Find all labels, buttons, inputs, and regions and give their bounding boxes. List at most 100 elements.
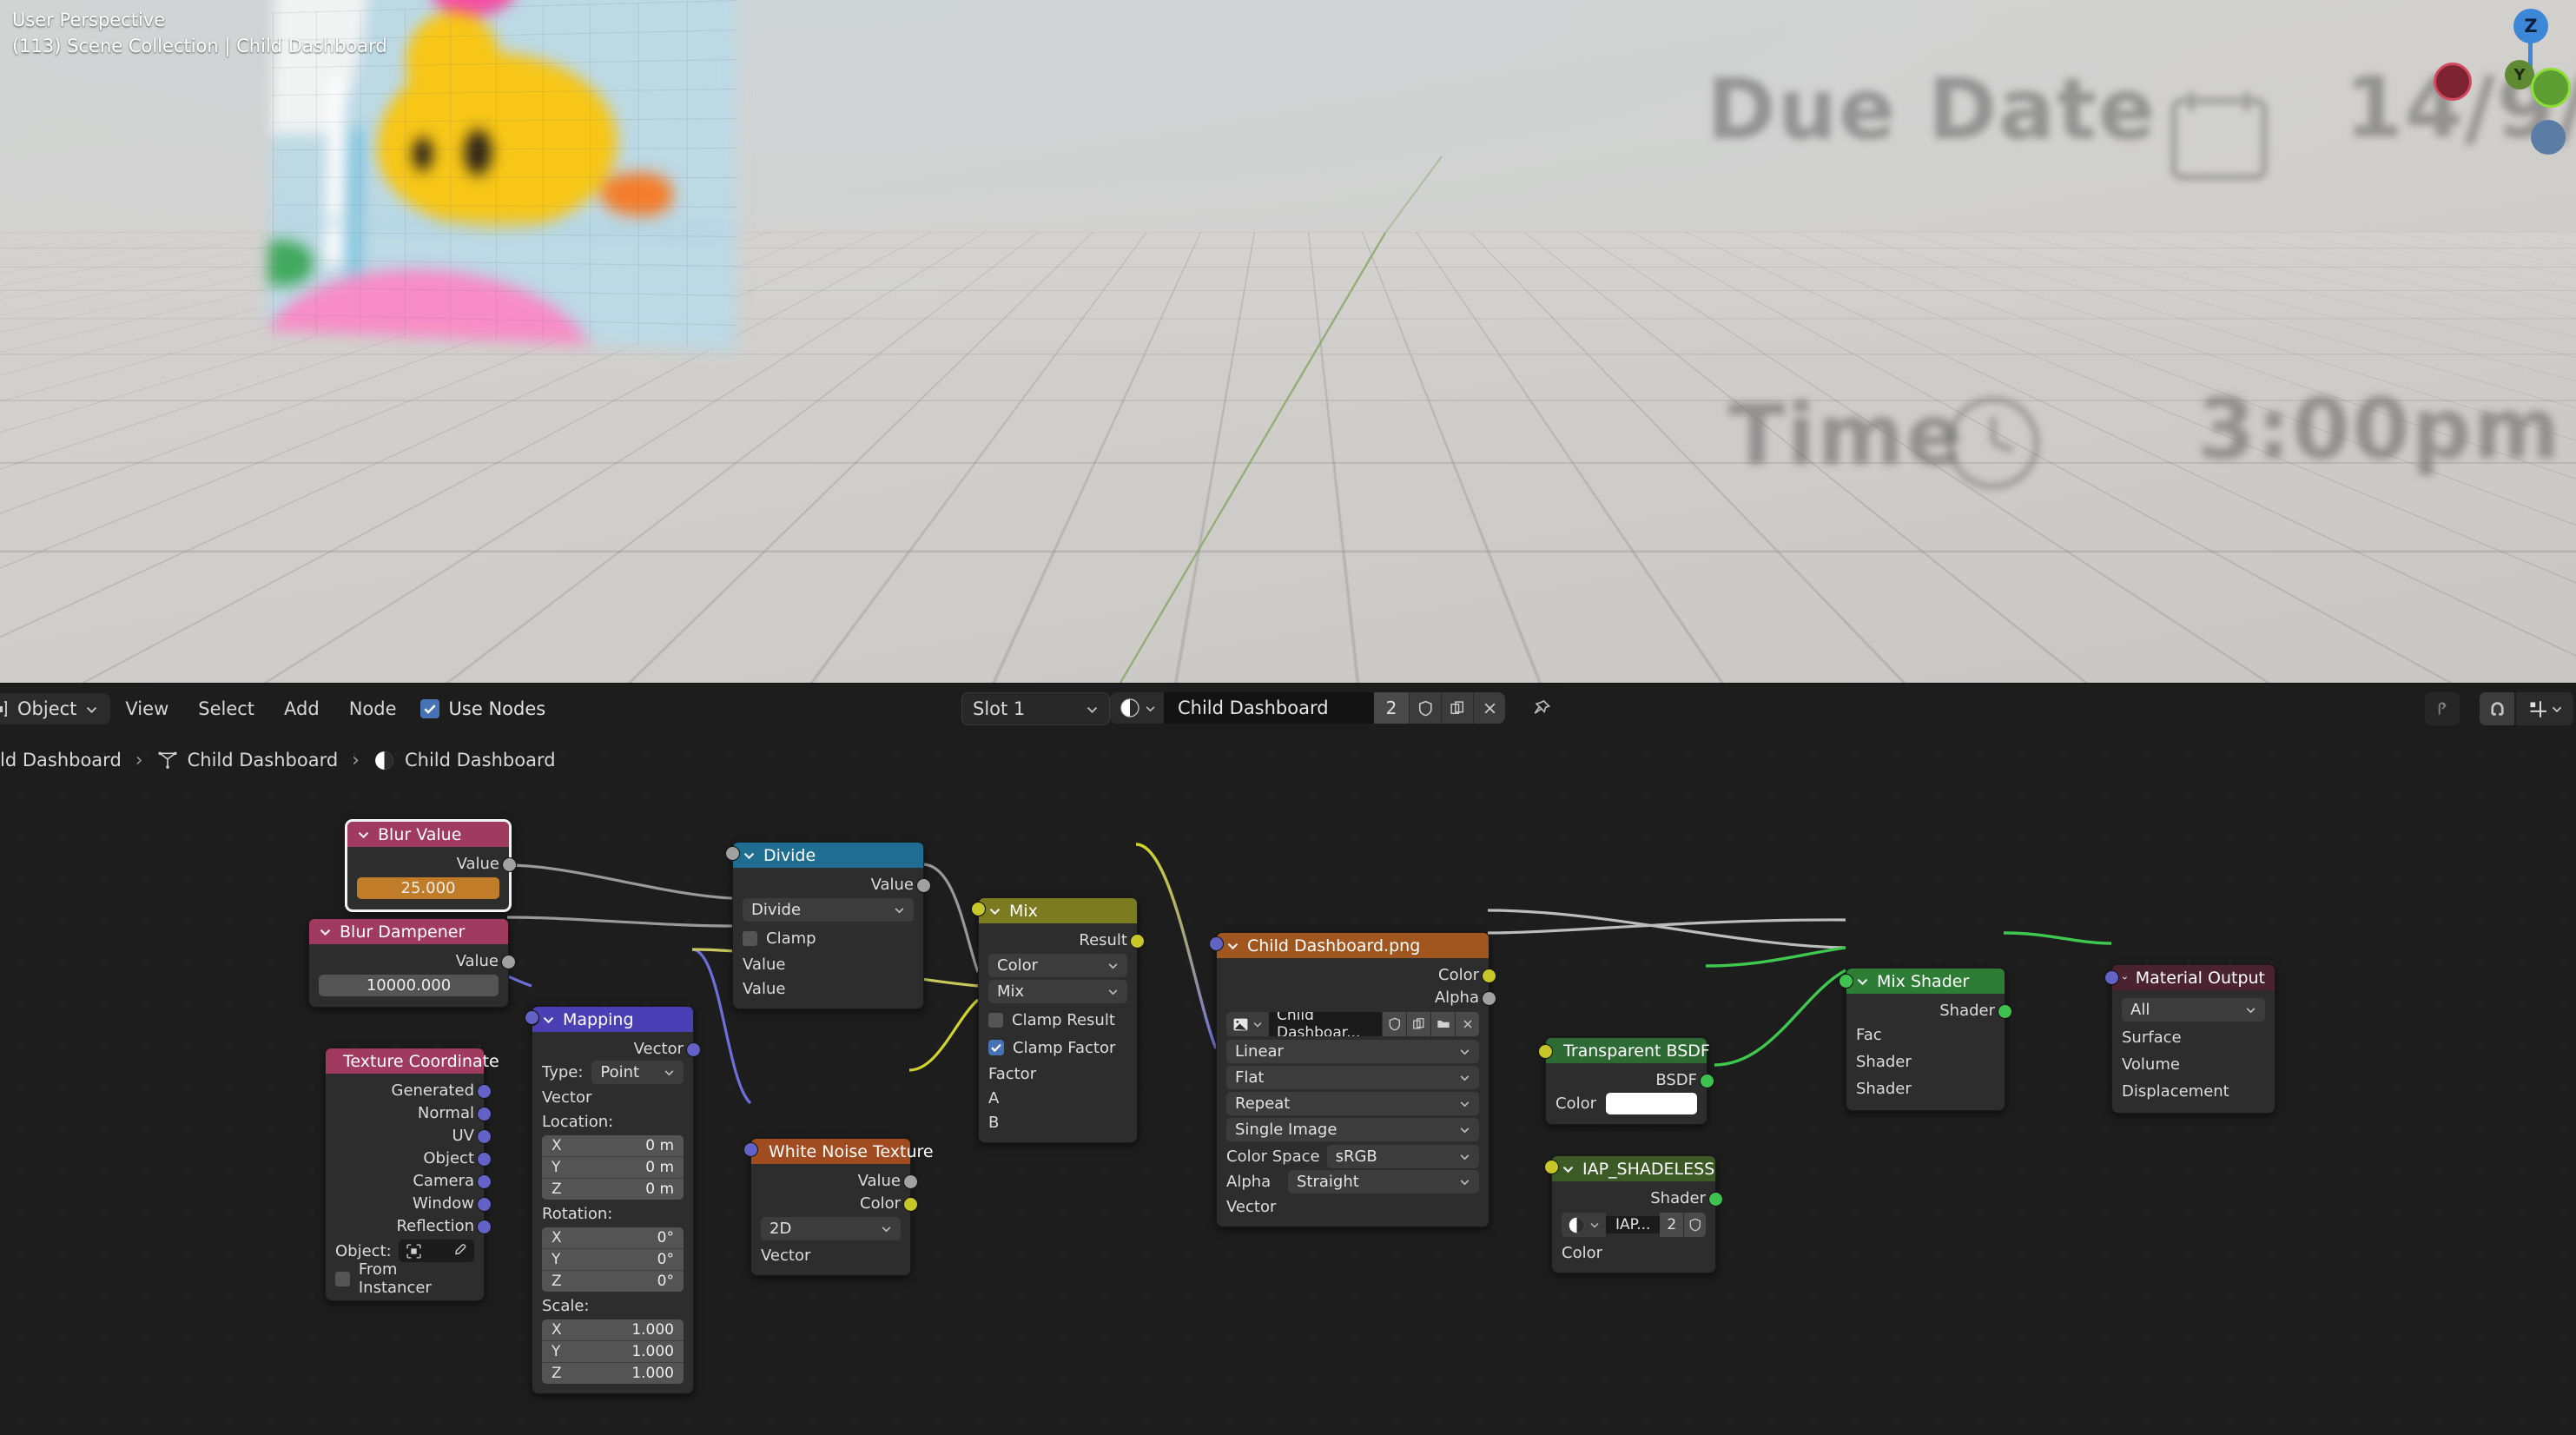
node-material-output[interactable]: Material Output All Surface Volume Displ… [2104, 964, 2275, 1114]
breadcrumb-item-object[interactable]: ld Dashboard [0, 750, 122, 770]
socket-shader-out[interactable] [1708, 1192, 1723, 1207]
socket-value-out[interactable] [501, 955, 516, 969]
color-space-row[interactable]: Color Space sRGB [1217, 1144, 1489, 1169]
output-bsdf[interactable]: BSDF [1546, 1068, 1714, 1091]
socket-normal-out[interactable] [477, 1107, 492, 1121]
color-row[interactable]: Color [1538, 1044, 1707, 1116]
output-window[interactable]: Window [326, 1192, 492, 1214]
gizmo-axis-z-neg[interactable] [2531, 120, 2566, 155]
node-header[interactable]: Texture Coordinate [326, 1048, 499, 1074]
mapping-type-row[interactable]: Type: Point [532, 1060, 693, 1085]
copy-icon[interactable] [1441, 692, 1473, 724]
socket-shader-out[interactable] [1998, 1004, 2012, 1019]
node-header[interactable]: White Noise Texture [751, 1139, 934, 1164]
socket-color-out[interactable] [1482, 969, 1496, 983]
chevron-down-icon[interactable] [319, 925, 332, 938]
output-reflection[interactable]: Reflection [326, 1214, 492, 1237]
input-fac[interactable]: Fac [1839, 974, 2005, 1048]
input-scale-row[interactable]: Scale: [525, 1010, 693, 1318]
socket-uv-out[interactable] [477, 1129, 492, 1144]
input-shader-1[interactable]: Shader [1839, 974, 2005, 1075]
node-header[interactable]: IAP_SHADELESS [1552, 1156, 1715, 1181]
operation-dropdown[interactable]: Divide [743, 898, 914, 922]
socket-color-out[interactable] [903, 1197, 918, 1212]
color-space-dropdown[interactable]: sRGB [1326, 1145, 1479, 1168]
clamp-row[interactable]: Clamp [733, 924, 923, 952]
node-texture-coordinate[interactable]: Texture Coordinate Generated Normal UV O… [325, 1048, 499, 1301]
output-generated[interactable]: Generated [326, 1079, 492, 1101]
rotation-y[interactable]: Y 0° [542, 1248, 684, 1270]
group-name-field[interactable]: IAP... [1606, 1216, 1661, 1233]
node-header[interactable]: Transparent BSDF [1546, 1038, 1710, 1063]
socket-reflection-out[interactable] [477, 1220, 492, 1234]
from-instancer-row[interactable]: From Instancer [326, 1260, 484, 1297]
output-value[interactable]: Value [733, 873, 931, 896]
node-editor-canvas[interactable]: ld Dashboard › Child Dashboard › Child D… [0, 733, 2576, 1435]
input-a[interactable]: A [971, 902, 1137, 1110]
snap-to-icon[interactable] [2516, 692, 2573, 725]
extension-dropdown[interactable]: Repeat [1226, 1092, 1479, 1115]
chevron-down-icon[interactable] [1562, 1162, 1575, 1175]
output-vector[interactable]: Vector [532, 1037, 701, 1060]
socket-value-in-2[interactable] [725, 846, 740, 861]
menu-select[interactable]: Select [183, 698, 269, 719]
interpolation-dropdown[interactable]: Linear [1226, 1040, 1479, 1063]
group-user-count[interactable]: 2 [1660, 1213, 1684, 1237]
target-dropdown[interactable]: All [2122, 998, 2265, 1022]
eyedropper-icon[interactable] [452, 1243, 467, 1259]
scale-y[interactable]: Y 1.000 [542, 1340, 684, 1362]
socket-value-out[interactable] [916, 878, 931, 893]
input-vector[interactable]: Vector [743, 1142, 910, 1267]
node-header[interactable]: Child Dashboard.png [1217, 933, 1489, 958]
output-value[interactable]: Value [751, 1169, 918, 1192]
source-dropdown[interactable]: Single Image [1226, 1118, 1479, 1141]
node-mix-shader[interactable]: Mix Shader Shader Fac Shader Shader [1839, 968, 2012, 1111]
image-datablock-selector[interactable]: Child Dashboar... [1226, 1012, 1479, 1036]
menu-view[interactable]: View [110, 698, 183, 719]
socket-value-out[interactable] [903, 1174, 918, 1189]
data-type-dropdown[interactable]: Color [988, 954, 1127, 977]
socket-value-out[interactable] [502, 857, 517, 872]
input-displacement[interactable]: Displacement [2104, 970, 2275, 1105]
dimensions-dropdown[interactable]: 2D [761, 1217, 901, 1240]
socket-color-in[interactable] [1538, 1044, 1553, 1059]
3d-viewport[interactable]: Due Date 14/9/ Time 3:00pm User Perspect… [0, 0, 2576, 683]
chevron-down-icon[interactable] [743, 849, 756, 862]
breadcrumb-item-material[interactable]: Child Dashboard [373, 750, 556, 771]
copy-icon[interactable] [1406, 1012, 1430, 1036]
node-divide[interactable]: Divide Value Divide Clamp Value Value [725, 842, 931, 1009]
value-field[interactable]: 10000.000 [319, 975, 499, 996]
image-icon[interactable] [1226, 1012, 1269, 1036]
menu-add[interactable]: Add [269, 698, 334, 719]
snap-parent-icon[interactable] [2425, 692, 2460, 725]
material-name-field[interactable]: Child Dashboard [1164, 692, 1374, 724]
chevron-down-icon[interactable] [988, 904, 1001, 917]
location-y[interactable]: Y 0 m [542, 1156, 684, 1178]
gizmo-axis-y-neg[interactable]: Y [2505, 60, 2534, 89]
socket-displacement-in[interactable] [2104, 970, 2119, 985]
gizmo-axis-y[interactable] [2531, 68, 2571, 108]
shield-icon[interactable] [1409, 692, 1441, 724]
clamp-result-checkbox[interactable] [988, 1012, 1003, 1028]
chevron-down-icon[interactable] [2122, 971, 2128, 984]
node-mix[interactable]: Mix Result Color Mix Clamp Result Clamp … [971, 897, 1145, 1143]
output-color[interactable]: Color [751, 1192, 918, 1214]
node-output-value[interactable]: Value [309, 949, 516, 972]
object-field[interactable] [398, 1240, 474, 1262]
material-slot-selector[interactable]: Slot 1 [961, 692, 1110, 725]
socket-shader-in-2[interactable] [1839, 974, 1853, 989]
use-nodes-toggle[interactable]: Use Nodes [419, 698, 545, 719]
node-blur-dampener[interactable]: Blur Dampener Value 10000.000 [308, 918, 516, 1008]
chevron-down-icon[interactable] [1226, 939, 1239, 952]
chevron-down-icon[interactable] [1856, 975, 1869, 988]
breadcrumb-item-mesh[interactable]: Child Dashboard [157, 750, 338, 770]
input-surface[interactable]: Surface [2104, 970, 2275, 1051]
rotation-z[interactable]: Z 0° [542, 1270, 684, 1292]
socket-vector-out[interactable] [686, 1042, 701, 1057]
input-shader-2[interactable]: Shader [1839, 974, 2005, 1102]
clamp-factor-checkbox[interactable] [988, 1040, 1004, 1055]
clamp-checkbox[interactable] [743, 930, 757, 946]
navigation-gizmo[interactable]: Z Y [2482, 5, 2576, 155]
input-b[interactable]: B [971, 902, 1137, 1134]
socket-vector-in[interactable] [743, 1142, 758, 1157]
